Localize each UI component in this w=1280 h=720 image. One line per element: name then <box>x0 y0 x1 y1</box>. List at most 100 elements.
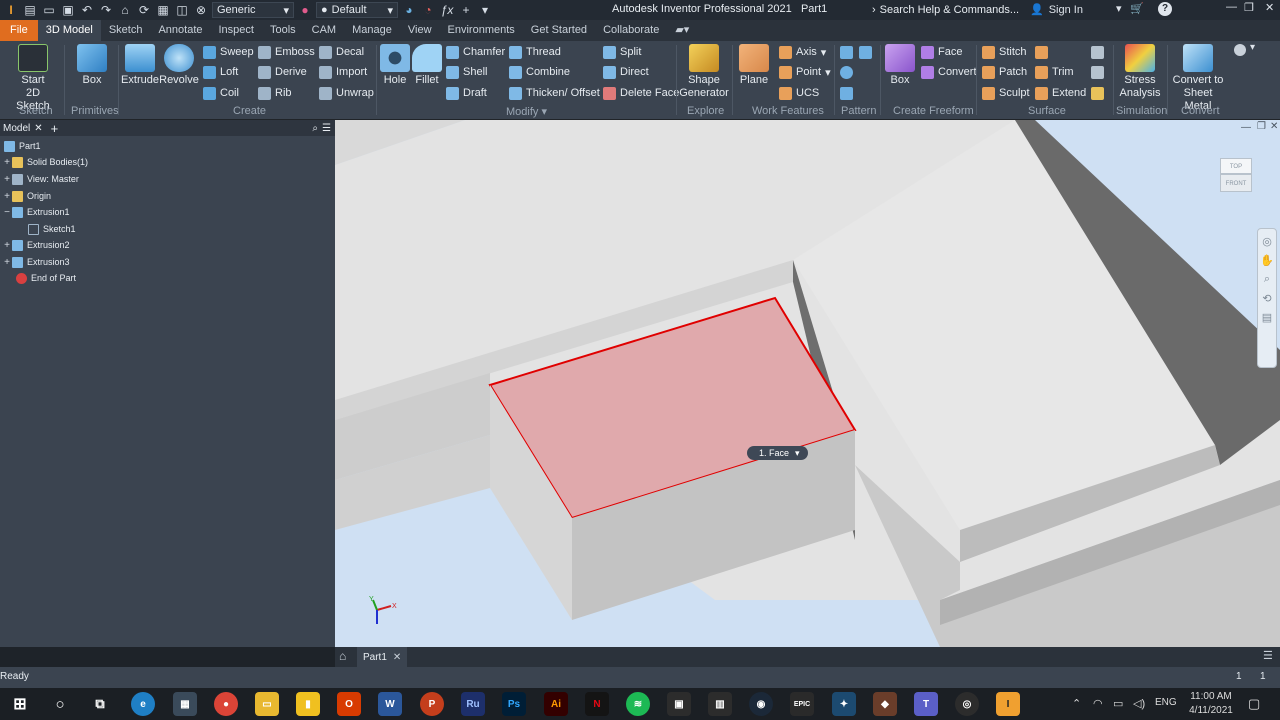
tree-item-sketch1[interactable]: Sketch1 <box>28 221 76 237</box>
open-file-icon[interactable]: ▭ <box>41 2 57 18</box>
function-icon[interactable]: ƒx <box>439 2 455 18</box>
add-icon[interactable]: + <box>458 2 474 18</box>
rectangular-pattern-button[interactable] <box>840 44 853 60</box>
windows-start-icon[interactable]: ⊞ <box>8 692 32 716</box>
ruled-surface-button[interactable] <box>1035 44 1048 60</box>
expand-icon[interactable]: + <box>2 191 12 202</box>
freeform-convert-button[interactable]: Convert <box>921 64 977 80</box>
hamburger-menu-icon[interactable]: ☰ <box>1263 649 1273 662</box>
zoom-icon[interactable]: ⌕ <box>1264 273 1270 286</box>
word-icon[interactable]: W <box>378 692 402 716</box>
graphics-viewport[interactable]: 1. Face ▾ TOP FRONT ◎ ✋ ⌕ ⟲ ▤ — ❐ ✕ X Y <box>335 120 1280 647</box>
tab-3d-model[interactable]: 3D Model <box>37 20 101 41</box>
battery-icon[interactable]: ▭ <box>1113 697 1123 710</box>
help-icon[interactable]: ? <box>1158 2 1172 16</box>
tab-file[interactable]: File <box>0 20 38 41</box>
customize-icon[interactable]: ▾ <box>477 2 493 18</box>
expand-icon[interactable]: + <box>2 257 12 268</box>
import-button[interactable]: Import <box>319 64 367 80</box>
tab-manage[interactable]: Manage <box>344 20 400 41</box>
home-icon[interactable]: ⌂ <box>339 649 355 665</box>
panel-label-modify[interactable]: Modify ▾ <box>506 105 547 118</box>
edge-browser-icon[interactable]: e <box>131 692 155 716</box>
adjust-appearance-icon[interactable]: ◔ <box>420 2 436 18</box>
tree-item-view-master[interactable]: + View: Master <box>2 171 79 187</box>
freeform-face-button[interactable]: Face <box>921 44 962 60</box>
measure-icon[interactable]: ◫ <box>174 2 190 18</box>
chevron-down-icon[interactable]: ▾ <box>1250 42 1255 53</box>
rib-button[interactable]: Rib <box>258 85 292 101</box>
tab-sketch[interactable]: Sketch <box>101 20 151 41</box>
sticky-notes-icon[interactable]: ▮ <box>296 692 320 716</box>
undo-icon[interactable]: ↶ <box>79 2 95 18</box>
cart-icon[interactable]: 🛒 <box>1130 2 1144 15</box>
hamburger-menu-icon[interactable]: ☰ <box>322 123 331 134</box>
draft-button[interactable]: Draft <box>446 85 487 101</box>
tab-cam[interactable]: CAM <box>304 20 344 41</box>
start-2d-sketch-button[interactable]: Start 2D Sketch <box>10 44 56 113</box>
expand-icon[interactable]: + <box>2 240 12 251</box>
combine-button[interactable]: Combine <box>509 64 570 80</box>
inventor-logo-icon[interactable]: I <box>3 2 19 18</box>
steering-wheel-icon[interactable]: ◎ <box>1262 235 1272 248</box>
convert-to-sheet-metal-button[interactable]: Convert to Sheet Metal <box>1169 44 1227 113</box>
chevron-down-icon[interactable]: ▾ <box>1116 2 1122 15</box>
tab-inspect[interactable]: Inspect <box>211 20 262 41</box>
chevron-down-icon[interactable]: ▾ <box>795 448 800 459</box>
emboss-button[interactable]: Emboss <box>258 44 315 60</box>
decal-button[interactable]: Decal <box>319 44 364 60</box>
tree-item-origin[interactable]: + Origin <box>2 188 51 204</box>
minimize-icon[interactable]: — <box>1226 1 1237 13</box>
photoshop-icon[interactable]: Ps <box>502 692 526 716</box>
close-icon[interactable]: ✕ <box>1265 1 1274 14</box>
patch-button[interactable]: Patch <box>982 64 1027 80</box>
obs-icon[interactable]: ◎ <box>955 692 979 716</box>
ucs-button[interactable]: UCS <box>779 85 819 101</box>
file-explorer-icon[interactable]: ▭ <box>255 692 279 716</box>
expand-icon[interactable]: + <box>2 157 12 168</box>
derive-button[interactable]: Derive <box>258 64 307 80</box>
orbit-icon[interactable]: ⟲ <box>1262 292 1271 305</box>
viewport-close-icon[interactable]: ✕ <box>1270 121 1278 132</box>
search-icon[interactable]: ○ <box>48 692 72 716</box>
pan-icon[interactable]: ✋ <box>1260 254 1274 267</box>
close-icon[interactable]: ✕ <box>393 652 401 663</box>
extrude-button[interactable]: Extrude <box>121 44 159 87</box>
game-icon[interactable]: ◆ <box>873 692 897 716</box>
epic-games-icon[interactable]: EPIC <box>790 692 814 716</box>
teams-icon[interactable]: T <box>914 692 938 716</box>
language-indicator[interactable]: ENG <box>1155 697 1177 708</box>
material-dropdown[interactable]: ● Default ▾ <box>316 2 398 18</box>
tree-item-extrusion3[interactable]: + Extrusion3 <box>2 254 70 270</box>
axis-button[interactable]: Axis ▾ <box>779 44 826 60</box>
select-icon[interactable]: ▦ <box>155 2 171 18</box>
split-button[interactable]: Split <box>603 44 641 60</box>
tab-get-started[interactable]: Get Started <box>523 20 595 41</box>
tab-view[interactable]: View <box>400 20 440 41</box>
chamfer-button[interactable]: Chamfer <box>446 44 505 60</box>
stress-analysis-button[interactable]: Stress Analysis <box>1117 44 1163 100</box>
point-button[interactable]: Point ▾ <box>779 64 831 80</box>
chevron-up-icon[interactable]: ⌃ <box>1072 697 1081 710</box>
ribbon-options-icon[interactable] <box>1234 44 1246 56</box>
powerpoint-icon[interactable]: P <box>420 692 444 716</box>
close-icon[interactable]: ✕ <box>34 123 42 134</box>
appearance-dropdown[interactable]: Generic ▾ <box>212 2 294 18</box>
add-icon[interactable]: + <box>51 121 59 136</box>
viewcube-front[interactable]: FRONT <box>1220 174 1252 192</box>
replace-face-button[interactable] <box>1091 64 1104 80</box>
video-icon[interactable]: ▰▾ <box>667 20 697 41</box>
stitch-button[interactable]: Stitch <box>982 44 1027 60</box>
wifi-icon[interactable]: ◠ <box>1093 697 1103 710</box>
sign-in-area[interactable]: 👤 Sign In <box>1030 3 1083 17</box>
plane-button[interactable]: Plane <box>738 44 770 87</box>
inventor-icon[interactable]: I <box>996 692 1020 716</box>
tab-collaborate[interactable]: Collaborate <box>595 20 667 41</box>
shell-button[interactable]: Shell <box>446 64 487 80</box>
expand-icon[interactable]: + <box>2 174 12 185</box>
update-icon[interactable]: ⟳ <box>136 2 152 18</box>
viewport-restore-icon[interactable]: ❐ <box>1257 121 1266 132</box>
mirror-button[interactable] <box>859 44 872 60</box>
extend-button[interactable]: Extend <box>1035 85 1086 101</box>
box-primitive-button[interactable]: Box <box>76 44 108 87</box>
